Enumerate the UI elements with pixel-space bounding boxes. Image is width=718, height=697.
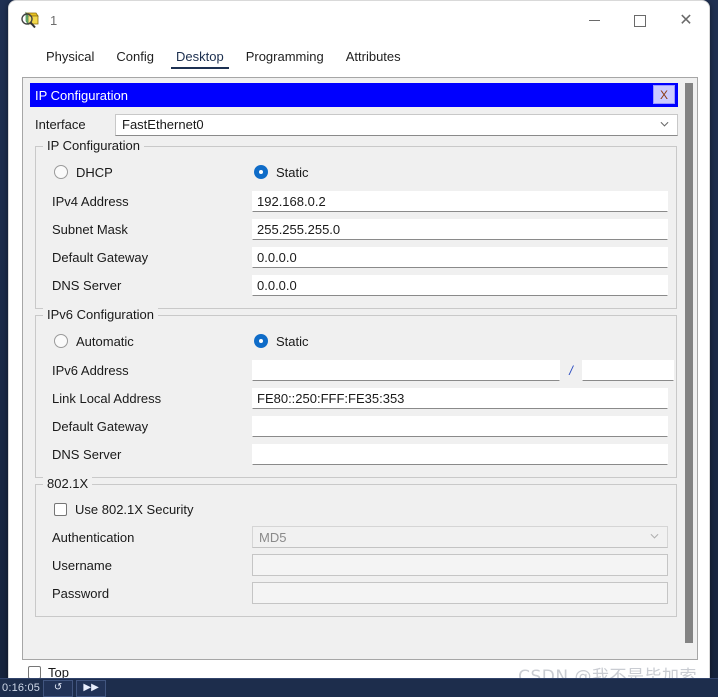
username-row: Username — [44, 551, 668, 579]
interface-dropdown[interactable]: FastEthernet0 — [115, 113, 678, 136]
ipv4-dns-input[interactable]: 0.0.0.0 — [252, 274, 668, 296]
maximize-icon — [634, 14, 646, 27]
window-controls: ✕ — [571, 1, 709, 40]
ipv6-address-group: / — [252, 359, 674, 381]
ipv4-configuration-group: IP Configuration DHCP Static IPv4 Addres… — [35, 138, 677, 309]
taskbar: 0:16:05 ↺ ▶▶ — [0, 678, 718, 697]
ipv6-address-input[interactable] — [252, 359, 560, 381]
tab-config[interactable]: Config — [105, 49, 165, 69]
password-input[interactable] — [252, 582, 668, 604]
ipv6-dns-row: DNS Server — [44, 440, 668, 468]
tab-desktop[interactable]: Desktop — [165, 49, 235, 69]
ipv6-automatic-label: Automatic — [76, 333, 134, 349]
authentication-dropdown[interactable]: MD5 — [252, 526, 668, 548]
ipv6-mode-row: Automatic Static — [44, 326, 668, 356]
use-dot1x-security-checkbox[interactable]: Use 802.1X Security — [44, 495, 668, 523]
password-row: Password — [44, 579, 668, 607]
ip-configuration-dialog: IP Configuration X Interface FastEtherne… — [30, 83, 678, 617]
username-input[interactable] — [252, 554, 668, 576]
ipv6-dns-label: DNS Server — [52, 446, 122, 462]
ipv4-dhcp-label: DHCP — [76, 164, 113, 180]
ipv4-address-row: IPv4 Address 192.168.0.2 — [44, 187, 668, 215]
application-window: 1 ✕ Physical Config Desktop Programming … — [8, 0, 710, 684]
ipv4-gateway-row: Default Gateway 0.0.0.0 — [44, 243, 668, 271]
ipv6-address-row: IPv6 Address / — [44, 356, 674, 384]
close-button[interactable]: ✕ — [663, 1, 709, 40]
packet-tracer-magnifier-icon — [19, 10, 41, 32]
ipv6-static-label: Static — [276, 333, 309, 349]
radio-off-icon — [54, 334, 68, 348]
interface-row: Interface FastEthernet0 — [30, 107, 678, 140]
subnet-mask-label: Subnet Mask — [52, 221, 128, 237]
password-label: Password — [52, 585, 110, 601]
maximize-button[interactable] — [617, 1, 663, 40]
ipv4-dhcp-radio[interactable]: DHCP — [52, 165, 254, 180]
minimize-button[interactable] — [571, 1, 617, 40]
dialog-title-text: IP Configuration — [35, 87, 128, 103]
ipv6-group-legend: IPv6 Configuration — [43, 307, 158, 322]
ipv4-gateway-label: Default Gateway — [52, 249, 149, 265]
ipv6-dns-input[interactable] — [252, 443, 668, 465]
radio-off-icon — [54, 165, 68, 179]
ipv4-dns-label: DNS Server — [52, 277, 122, 293]
subnet-mask-input[interactable]: 255.255.255.0 — [252, 218, 668, 240]
ipv4-gateway-input[interactable]: 0.0.0.0 — [252, 246, 668, 268]
minimize-icon — [588, 20, 600, 21]
authentication-row: Authentication MD5 — [44, 523, 668, 551]
tab-attributes[interactable]: Attributes — [335, 49, 412, 69]
chevron-down-icon — [660, 121, 669, 127]
checkbox-unchecked-icon — [54, 502, 67, 516]
username-label: Username — [52, 557, 112, 573]
ipv6-address-label: IPv6 Address — [52, 362, 129, 378]
taskbar-fastforward-button[interactable]: ▶▶ — [76, 679, 107, 697]
interface-label: Interface — [35, 117, 86, 132]
window-title: 1 — [50, 13, 58, 28]
taskbar-reset-button[interactable]: ↺ — [43, 679, 74, 697]
close-icon: ✕ — [679, 11, 693, 29]
window-title-bar: 1 ✕ — [9, 1, 709, 40]
device-tab-strip: Physical Config Desktop Programming Attr… — [9, 40, 709, 69]
desktop-panel: IP Configuration X Interface FastEtherne… — [22, 77, 698, 660]
ipv4-static-label: Static — [276, 164, 309, 180]
authentication-label: Authentication — [52, 529, 135, 545]
radio-on-icon — [254, 334, 268, 348]
ipv6-automatic-radio[interactable]: Automatic — [52, 334, 254, 349]
taskbar-clock: 0:16:05 — [2, 682, 41, 694]
subnet-mask-row: Subnet Mask 255.255.255.0 — [44, 215, 668, 243]
ipv4-address-input[interactable]: 192.168.0.2 — [252, 190, 668, 212]
dialog-close-button[interactable]: X — [653, 85, 675, 104]
dialog-title-bar: IP Configuration X — [30, 83, 678, 107]
ipv4-group-legend: IP Configuration — [43, 138, 144, 153]
ipv4-static-radio[interactable]: Static — [254, 165, 309, 180]
ipv6-prefix-length-input[interactable] — [582, 359, 674, 381]
ipv6-gateway-label: Default Gateway — [52, 418, 149, 434]
ipv6-configuration-group: IPv6 Configuration Automatic Static IPv6… — [35, 307, 677, 478]
dot1x-group-legend: 802.1X — [43, 476, 93, 491]
dot1x-group: 802.1X Use 802.1X Security Authenticatio… — [35, 476, 677, 617]
radio-on-icon — [254, 165, 268, 179]
ipv6-prefix-separator: / — [569, 362, 573, 378]
chevron-down-icon — [650, 533, 659, 539]
ipv4-mode-row: DHCP Static — [44, 157, 668, 187]
ipv4-dns-row: DNS Server 0.0.0.0 — [44, 271, 668, 299]
link-local-address-input[interactable]: FE80::250:FFF:FE35:353 — [252, 387, 668, 409]
ipv6-static-radio[interactable]: Static — [254, 334, 309, 349]
ipv4-address-label: IPv4 Address — [52, 193, 129, 209]
scrollbar-thumb[interactable] — [685, 83, 693, 643]
vertical-scrollbar[interactable] — [681, 79, 696, 658]
top-checkbox[interactable] — [28, 665, 41, 679]
tab-programming[interactable]: Programming — [235, 49, 335, 69]
authentication-value: MD5 — [259, 529, 287, 545]
link-local-address-row: Link Local Address FE80::250:FFF:FE35:35… — [44, 384, 668, 412]
link-local-address-label: Link Local Address — [52, 390, 162, 406]
ipv6-gateway-row: Default Gateway — [44, 412, 668, 440]
ipv6-gateway-input[interactable] — [252, 415, 668, 437]
tab-physical[interactable]: Physical — [35, 49, 105, 69]
interface-value: FastEthernet0 — [122, 117, 204, 132]
use-dot1x-security-label: Use 802.1X Security — [75, 501, 194, 517]
